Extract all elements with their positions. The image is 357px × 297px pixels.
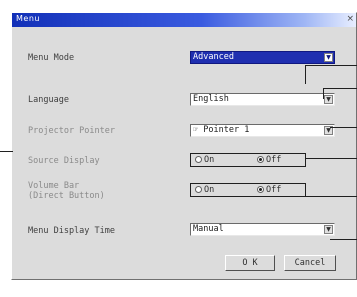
volume-bar-on-label: On: [204, 185, 215, 195]
callout-line: [305, 196, 357, 197]
radio-off-icon: [195, 186, 202, 193]
volume-bar-off-radio[interactable]: Off: [257, 185, 281, 195]
callout-line: [323, 88, 324, 99]
source-display-radio-group: On Off: [190, 153, 306, 167]
menu-mode-select[interactable]: Advanced ▼: [190, 51, 335, 64]
projector-pointer-label: Projector Pointer: [28, 126, 115, 136]
source-display-off-label: Off: [266, 155, 282, 165]
projector-pointer-text: Pointer 1: [203, 125, 250, 135]
menu-mode-label: Menu Mode: [28, 53, 75, 63]
source-display-off-radio[interactable]: Off: [257, 155, 281, 165]
source-display-on-radio[interactable]: On: [195, 155, 214, 165]
callout-line: [0, 151, 13, 152]
chevron-down-icon[interactable]: ▼: [324, 95, 333, 104]
volume-bar-sublabel: (Direct Button): [28, 191, 105, 201]
language-value: English: [193, 94, 229, 104]
radio-selected-icon: [257, 186, 264, 193]
source-display-on-label: On: [204, 155, 215, 165]
callout-line: [305, 158, 357, 159]
language-select[interactable]: English ▼: [190, 93, 335, 106]
volume-bar-label: Volume Bar: [28, 181, 80, 191]
cancel-button[interactable]: Cancel: [284, 255, 336, 271]
close-icon[interactable]: ×: [346, 14, 354, 25]
radio-selected-icon: [257, 156, 264, 163]
callout-line: [330, 127, 357, 128]
chevron-down-icon[interactable]: ▼: [324, 53, 333, 62]
projector-pointer-value: ☞ Pointer 1: [193, 125, 249, 136]
volume-bar-off-label: Off: [266, 185, 282, 195]
menu-display-time-select[interactable]: Manual ▼: [190, 223, 335, 236]
callout-line: [305, 65, 357, 66]
callout-line: [323, 88, 357, 89]
pointer-icon: ☞: [193, 125, 199, 135]
ok-button[interactable]: O K: [225, 255, 275, 271]
volume-bar-radio-group: On Off: [190, 183, 306, 197]
projector-pointer-select[interactable]: ☞ Pointer 1 ▼: [190, 124, 335, 137]
window-title: Menu: [16, 14, 40, 23]
callout-line: [305, 65, 306, 84]
language-label: Language: [28, 95, 69, 105]
chevron-down-icon[interactable]: ▼: [324, 225, 333, 234]
menu-dialog: Menu × Menu Mode Advanced ▼ Language Eng…: [11, 12, 357, 280]
menu-display-time-value: Manual: [193, 224, 224, 234]
menu-mode-value: Advanced: [193, 52, 234, 62]
menu-display-time-label: Menu Display Time: [28, 226, 115, 236]
source-display-label: Source Display: [28, 156, 100, 166]
volume-bar-on-radio[interactable]: On: [195, 185, 214, 195]
radio-off-icon: [195, 156, 202, 163]
callout-line: [330, 239, 357, 240]
title-bar[interactable]: Menu ×: [12, 13, 356, 27]
